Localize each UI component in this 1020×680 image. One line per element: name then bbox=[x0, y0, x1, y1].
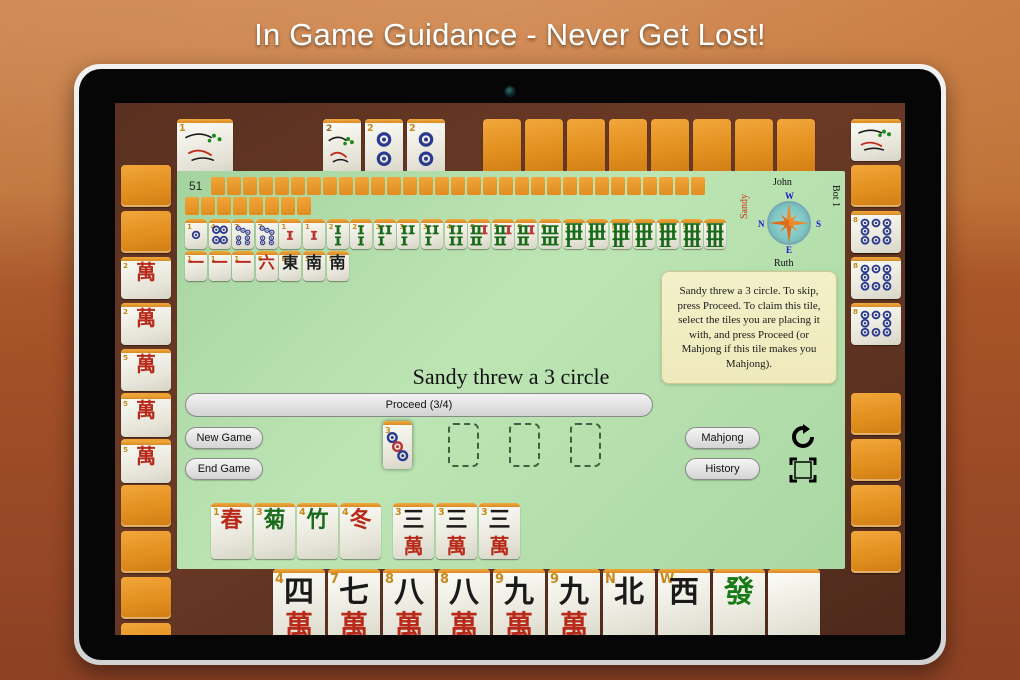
fullscreen-icon[interactable] bbox=[789, 457, 817, 488]
meld-tile: 8 bbox=[851, 303, 901, 345]
discard-tile[interactable]: 1一 bbox=[232, 251, 255, 281]
claim-slot-3[interactable] bbox=[570, 423, 601, 467]
discard-tile[interactable]: 8 bbox=[657, 219, 679, 249]
wall-indicator-row-2 bbox=[185, 197, 311, 215]
hand-tile-eight-character[interactable]: 8八萬 bbox=[438, 569, 490, 635]
mahjong-button[interactable]: Mahjong bbox=[685, 427, 760, 449]
compass-player-south: Ruth bbox=[774, 258, 794, 269]
compass-player-north: John bbox=[773, 177, 792, 188]
meld-tile: 2 bbox=[323, 119, 361, 175]
hand-tile-blank-tile[interactable] bbox=[768, 569, 820, 635]
discard-tile[interactable]: 9 bbox=[680, 219, 703, 249]
player-meld-three-character[interactable]: 3三萬 bbox=[479, 503, 520, 559]
discard-tile[interactable]: 7 bbox=[586, 219, 609, 249]
hand-tile-nine-character[interactable]: 9九萬 bbox=[493, 569, 545, 635]
discard-tile[interactable]: 1一 bbox=[185, 251, 207, 281]
hand-tile-north-wind[interactable]: N北 bbox=[603, 569, 655, 635]
game-screen: 1 2 22 2萬2萬5萬5萬5萬 888 51 John Ruth Sandy… bbox=[115, 103, 905, 635]
compass: John Ruth Sandy Bot 1 W N S E bbox=[739, 177, 841, 269]
compass-player-west: Sandy bbox=[739, 194, 750, 219]
status-text: Sandy threw a 3 circle bbox=[412, 364, 610, 389]
discard-tile[interactable]: S南 bbox=[326, 251, 349, 281]
meld-tile: 8 bbox=[851, 211, 901, 253]
compass-dir-bottom: E bbox=[786, 245, 793, 255]
meld-tile: 5萬 bbox=[121, 441, 171, 483]
tablet-device: 1 2 22 2萬2萬5萬5萬5萬 888 51 John Ruth Sandy… bbox=[74, 64, 946, 665]
compass-player-east: Bot 1 bbox=[830, 185, 841, 207]
discard-tile[interactable]: 1 bbox=[303, 219, 325, 249]
discard-tile[interactable]: 1 bbox=[279, 219, 302, 249]
proceed-button[interactable]: Proceed (3/4) bbox=[185, 393, 653, 417]
discard-tile[interactable]: 3 bbox=[421, 219, 443, 249]
history-button[interactable]: History bbox=[685, 458, 760, 480]
discard-tile[interactable]: 3 bbox=[397, 219, 420, 249]
discard-tile[interactable]: 2 bbox=[326, 219, 349, 249]
compass-rose-icon bbox=[767, 201, 811, 245]
camera-icon bbox=[505, 87, 515, 96]
discard-tile[interactable]: E東 bbox=[279, 251, 302, 281]
discard-tile[interactable]: 7 bbox=[562, 219, 585, 249]
hand-tile-eight-character[interactable]: 8八萬 bbox=[383, 569, 435, 635]
hand-tile-nine-character[interactable]: 9九萬 bbox=[548, 569, 600, 635]
player-meld-chrysanthemum-flower[interactable]: 3菊 bbox=[254, 503, 295, 559]
discard-tile[interactable]: S南 bbox=[303, 251, 325, 281]
claim-slot-1[interactable] bbox=[448, 423, 479, 467]
meld-tile: 2萬 bbox=[121, 257, 171, 299]
meld-tile: 2 bbox=[407, 119, 445, 175]
compass-dir-right: S bbox=[815, 219, 821, 229]
player-meld-bamboo-flower[interactable]: 4竹 bbox=[297, 503, 338, 559]
new-game-button[interactable]: New Game bbox=[185, 427, 263, 449]
discard-tile[interactable]: 5 bbox=[491, 219, 514, 249]
meld-tile: 8 bbox=[851, 257, 901, 299]
claim-slot-2[interactable] bbox=[509, 423, 540, 467]
discard-tile[interactable]: 8 bbox=[633, 219, 656, 249]
page-title: In Game Guidance - Never Get Lost! bbox=[254, 17, 766, 52]
discard-tile[interactable]: 1 bbox=[185, 219, 207, 249]
meld-tile bbox=[851, 119, 901, 161]
meld-tile: 2萬 bbox=[121, 303, 171, 345]
discard-tile[interactable]: 7 bbox=[232, 219, 255, 249]
hand-tile-four-character[interactable]: 4四萬 bbox=[273, 569, 325, 635]
discard-tile[interactable]: 4 bbox=[444, 219, 467, 249]
hand-tile-seven-character[interactable]: 7七萬 bbox=[328, 569, 380, 635]
discard-tile[interactable]: 9 bbox=[704, 219, 727, 249]
discard-tile[interactable]: 6六 bbox=[255, 251, 278, 281]
end-game-button[interactable]: End Game bbox=[185, 458, 263, 480]
player-meld-three-character[interactable]: 3三萬 bbox=[393, 503, 434, 559]
discard-tile[interactable]: 5 bbox=[515, 219, 538, 249]
player-meld-winter-season[interactable]: 4冬 bbox=[340, 503, 381, 559]
discard-tile[interactable]: 7 bbox=[255, 219, 278, 249]
player-meld-three-character[interactable]: 3三萬 bbox=[436, 503, 477, 559]
hand-tile-west-wind[interactable]: W西 bbox=[658, 569, 710, 635]
meld-tile: 5萬 bbox=[121, 395, 171, 437]
compass-dir-left: N bbox=[758, 219, 765, 229]
discard-tile[interactable]: 5 bbox=[468, 219, 491, 249]
discard-tile[interactable]: 1一 bbox=[208, 251, 231, 281]
discard-tile[interactable]: 6 bbox=[539, 219, 561, 249]
meld-tile: 2 bbox=[365, 119, 403, 175]
discard-tile[interactable]: 4 bbox=[208, 219, 231, 249]
meld-tile: 1 bbox=[177, 119, 233, 175]
refresh-icon[interactable] bbox=[789, 423, 817, 456]
hand-tile-green-dragon[interactable]: 發 bbox=[713, 569, 765, 635]
compass-dir-top: W bbox=[785, 191, 794, 201]
tablet-bezel: 1 2 22 2萬2萬5萬5萬5萬 888 51 John Ruth Sandy… bbox=[79, 69, 941, 660]
player-meld-spring-flower[interactable]: 1春 bbox=[211, 503, 252, 559]
discard-tile[interactable]: 2 bbox=[350, 219, 373, 249]
discard-tile[interactable]: 8 bbox=[609, 219, 632, 249]
wall-indicator-row-1 bbox=[211, 177, 705, 195]
discard-tile[interactable]: 3 bbox=[373, 219, 396, 249]
wall-tile-count: 51 bbox=[189, 179, 203, 193]
meld-tile: 5萬 bbox=[121, 349, 171, 391]
